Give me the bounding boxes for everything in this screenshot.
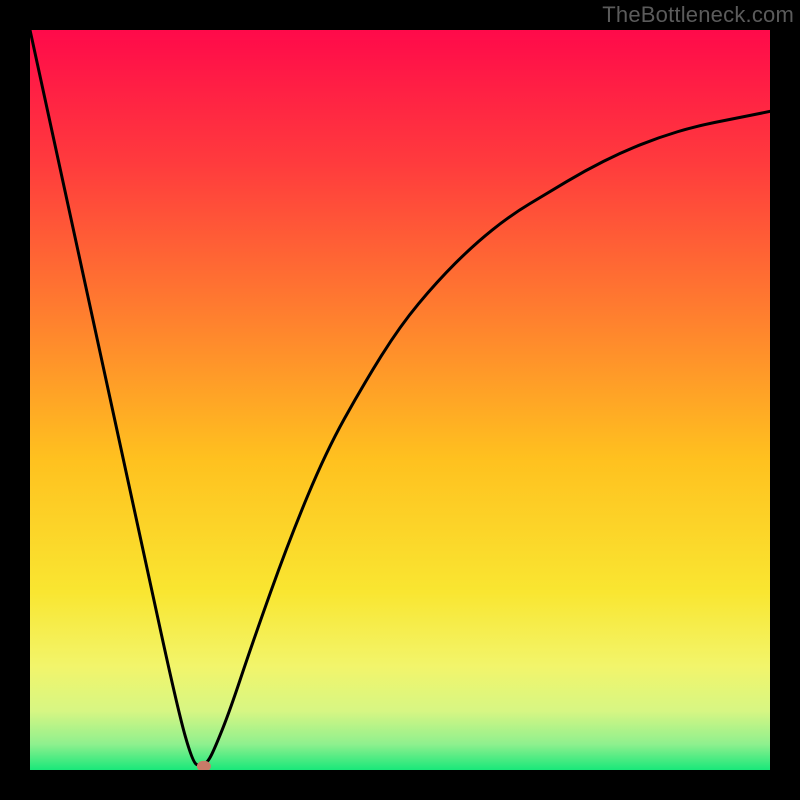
- watermark-text: TheBottleneck.com: [602, 2, 794, 28]
- chart-frame: TheBottleneck.com: [0, 0, 800, 800]
- chart-svg: [30, 30, 770, 770]
- gradient-background: [30, 30, 770, 770]
- plot-area: [30, 30, 770, 770]
